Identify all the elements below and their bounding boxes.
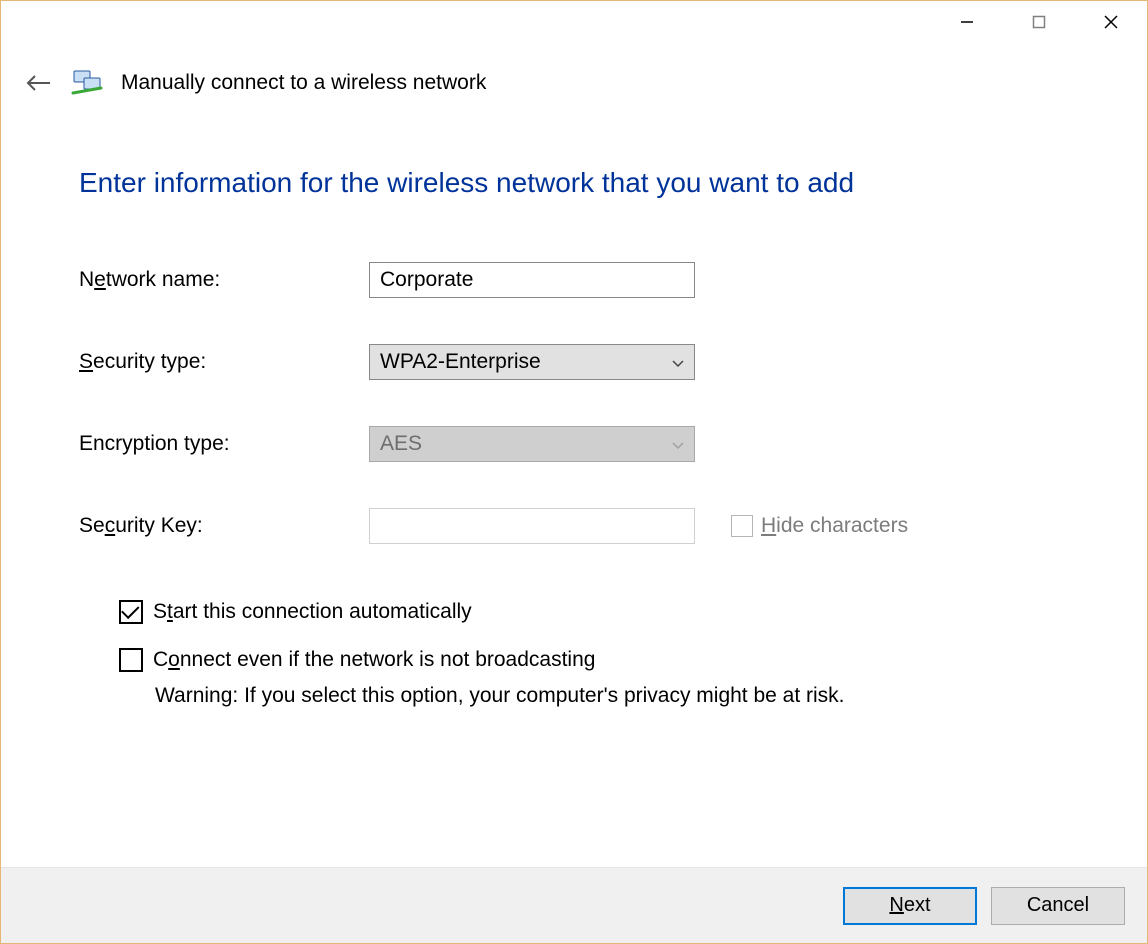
encryption-type-select: AES: [369, 426, 695, 462]
row-encryption-type: Encryption type: AES: [79, 426, 1069, 462]
auto-start-label: Start this connection automatically: [153, 600, 472, 624]
next-button[interactable]: Next: [843, 887, 977, 925]
connect-hidden-option[interactable]: Connect even if the network is not broad…: [119, 648, 1069, 672]
hide-characters-label: Hide characters: [761, 514, 908, 538]
row-security-type: Security type: WPA2-Enterprise: [79, 344, 1069, 380]
row-network-name: Network name:: [79, 262, 1069, 298]
security-key-input: [369, 508, 695, 544]
footer: Next Cancel: [1, 867, 1147, 943]
connect-hidden-checkbox[interactable]: [119, 648, 143, 672]
header-row: Manually connect to a wireless network: [1, 61, 1147, 105]
security-type-select[interactable]: WPA2-Enterprise: [369, 344, 695, 380]
wizard-window: Manually connect to a wireless network E…: [0, 0, 1148, 944]
broadcast-warning: Warning: If you select this option, your…: [155, 684, 1069, 708]
network-name-input[interactable]: [369, 262, 695, 298]
security-type-value: WPA2-Enterprise: [380, 350, 541, 374]
hide-characters-option: Hide characters: [695, 514, 908, 538]
chevron-down-icon: [672, 350, 684, 374]
back-button[interactable]: [25, 69, 53, 97]
row-security-key: Security Key: Hide characters: [79, 508, 1069, 544]
hide-characters-checkbox: [731, 515, 753, 537]
cancel-button[interactable]: Cancel: [991, 887, 1125, 925]
content-area: Enter information for the wireless netwo…: [1, 105, 1147, 867]
main-heading: Enter information for the wireless netwo…: [79, 165, 1069, 200]
security-type-label: Security type:: [79, 350, 369, 374]
connect-hidden-label: Connect even if the network is not broad…: [153, 648, 595, 672]
chevron-down-icon: [672, 432, 684, 456]
security-key-label: Security Key:: [79, 514, 369, 538]
auto-start-checkbox[interactable]: [119, 600, 143, 624]
network-icon: [71, 67, 103, 99]
maximize-button[interactable]: [1003, 3, 1075, 41]
network-name-label: Network name:: [79, 268, 369, 292]
encryption-type-label: Encryption type:: [79, 432, 369, 456]
close-button[interactable]: [1075, 3, 1147, 41]
page-title: Manually connect to a wireless network: [121, 71, 486, 95]
encryption-type-value: AES: [380, 432, 422, 456]
minimize-button[interactable]: [931, 3, 1003, 41]
auto-start-option[interactable]: Start this connection automatically: [119, 600, 1069, 624]
titlebar: [1, 1, 1147, 47]
